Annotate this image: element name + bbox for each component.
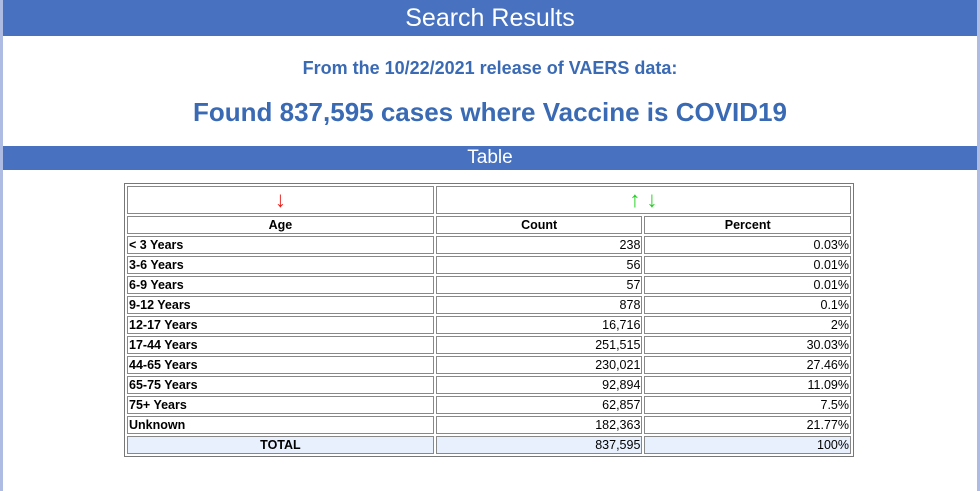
table-row: 65-75 Years 92,894 11.09% (127, 376, 851, 394)
percent-cell: 2% (644, 316, 851, 334)
percent-cell: 30.03% (644, 336, 851, 354)
table-section-header: Table (3, 146, 977, 170)
age-cell: 9-12 Years (127, 296, 434, 314)
release-line: From the 10/22/2021 release of VAERS dat… (302, 58, 678, 78)
age-cell: 3-6 Years (127, 256, 434, 274)
sort-down-red-icon[interactable]: ↓ (275, 187, 286, 212)
found-cases-line: Found 837,595 cases where Vaccine is COV… (193, 97, 787, 127)
count-cell: 16,716 (435, 316, 643, 334)
count-sort-cell: ↑ ↓ (435, 186, 851, 214)
count-cell: 182,363 (435, 416, 643, 434)
percent-cell: 7.5% (644, 396, 851, 414)
age-cell: Unknown (127, 416, 434, 434)
age-cell: 44-65 Years (127, 356, 434, 374)
percent-cell: 0.1% (644, 296, 851, 314)
sort-row: ↓ ↑ ↓ (127, 186, 851, 214)
table-row: 9-12 Years 878 0.1% (127, 296, 851, 314)
age-cell: 65-75 Years (127, 376, 434, 394)
percent-cell: 11.09% (644, 376, 851, 394)
percent-cell: 0.03% (644, 236, 851, 254)
table-row: < 3 Years 238 0.03% (127, 236, 851, 254)
age-sort-cell: ↓ (127, 186, 434, 214)
percent-cell: 27.46% (644, 356, 851, 374)
age-cell: 75+ Years (127, 396, 434, 414)
percent-cell: 21.77% (644, 416, 851, 434)
count-cell: 57 (435, 276, 643, 294)
column-header-percent: Percent (644, 216, 851, 234)
table-row: 75+ Years 62,857 7.5% (127, 396, 851, 414)
table-row: 44-65 Years 230,021 27.46% (127, 356, 851, 374)
age-cell: 6-9 Years (127, 276, 434, 294)
column-header-count: Count (435, 216, 643, 234)
percent-cell: 0.01% (644, 276, 851, 294)
total-label: TOTAL (127, 436, 434, 454)
count-cell: 92,894 (435, 376, 643, 394)
table-header-row: Age Count Percent (127, 216, 851, 234)
age-cell: 12-17 Years (127, 316, 434, 334)
total-row: TOTAL 837,595 100% (127, 436, 851, 454)
sort-up-green-icon[interactable]: ↑ (629, 187, 640, 212)
table-row: Unknown 182,363 21.77% (127, 416, 851, 434)
count-cell: 62,857 (435, 396, 643, 414)
age-cell: 17-44 Years (127, 336, 434, 354)
search-results-header: Search Results (3, 0, 977, 36)
table-row: 17-44 Years 251,515 30.03% (127, 336, 851, 354)
count-cell: 238 (435, 236, 643, 254)
table-row: 3-6 Years 56 0.01% (127, 256, 851, 274)
percent-cell: 0.01% (644, 256, 851, 274)
count-cell: 251,515 (435, 336, 643, 354)
count-cell: 56 (435, 256, 643, 274)
table-row: 12-17 Years 16,716 2% (127, 316, 851, 334)
results-table: ↓ ↑ ↓ Age Count Percent < 3 Years 238 0.03%… (124, 183, 854, 457)
count-cell: 878 (435, 296, 643, 314)
age-cell: < 3 Years (127, 236, 434, 254)
count-cell: 230,021 (435, 356, 643, 374)
total-percent: 100% (644, 436, 851, 454)
total-count: 837,595 (435, 436, 643, 454)
table-row: 6-9 Years 57 0.01% (127, 276, 851, 294)
column-header-age: Age (127, 216, 434, 234)
sort-down-green-icon[interactable]: ↓ (646, 187, 657, 212)
